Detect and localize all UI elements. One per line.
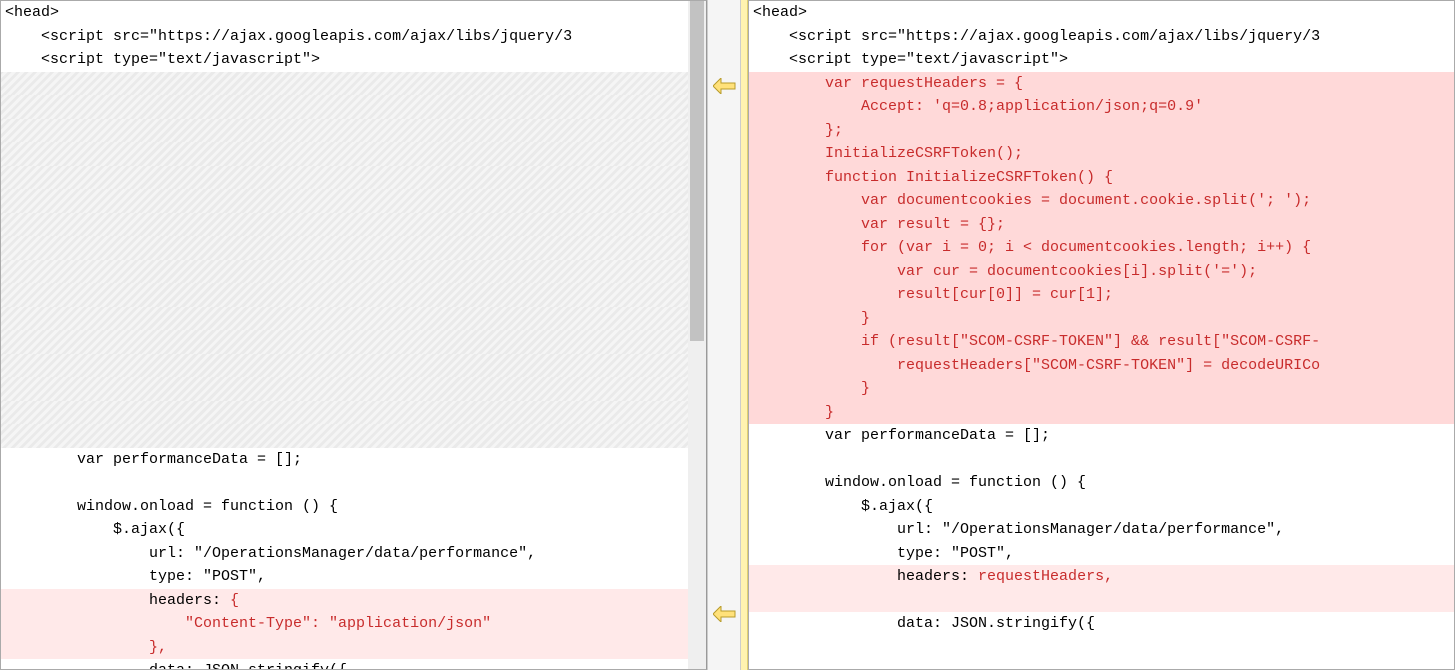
code-line[interactable]: window.onload = function () { xyxy=(1,495,706,519)
code-line[interactable] xyxy=(1,283,706,307)
merge-arrow-left-icon[interactable] xyxy=(710,76,740,96)
code-line[interactable]: result[cur[0]] = cur[1]; xyxy=(749,283,1454,307)
code-line[interactable] xyxy=(749,448,1454,472)
code-line[interactable] xyxy=(1,142,706,166)
left-code[interactable]: <head> <script src="https://ajax.googlea… xyxy=(1,1,706,670)
code-line[interactable] xyxy=(1,260,706,284)
code-line[interactable]: var requestHeaders = { xyxy=(749,72,1454,96)
code-line[interactable]: var performanceData = []; xyxy=(749,424,1454,448)
scroll-thumb[interactable] xyxy=(690,1,704,341)
code-line[interactable] xyxy=(1,95,706,119)
code-line[interactable] xyxy=(1,307,706,331)
code-line[interactable] xyxy=(1,189,706,213)
code-line[interactable] xyxy=(1,471,706,495)
code-line[interactable] xyxy=(1,236,706,260)
code-line[interactable]: function InitializeCSRFToken() { xyxy=(749,166,1454,190)
code-line[interactable]: for (var i = 0; i < documentcookies.leng… xyxy=(749,236,1454,260)
diff-gutter xyxy=(707,0,741,670)
code-line[interactable] xyxy=(1,330,706,354)
code-line[interactable] xyxy=(1,424,706,448)
code-line[interactable]: }, xyxy=(1,636,706,660)
code-line[interactable]: requestHeaders["SCOM-CSRF-TOKEN"] = deco… xyxy=(749,354,1454,378)
code-line[interactable]: window.onload = function () { xyxy=(749,471,1454,495)
code-line[interactable]: } xyxy=(749,401,1454,425)
code-line[interactable]: <head> xyxy=(1,1,706,25)
code-line[interactable]: }; xyxy=(749,119,1454,143)
code-line[interactable]: type: "POST", xyxy=(749,542,1454,566)
code-line[interactable]: if (result["SCOM-CSRF-TOKEN"] && result[… xyxy=(749,330,1454,354)
code-line[interactable] xyxy=(1,213,706,237)
code-line[interactable]: data: JSON.stringify({ xyxy=(1,659,706,670)
code-line[interactable]: headers: { xyxy=(1,589,706,613)
right-code[interactable]: <head> <script src="https://ajax.googlea… xyxy=(749,1,1454,636)
left-pane[interactable]: <head> <script src="https://ajax.googlea… xyxy=(0,0,707,670)
code-line[interactable]: <script type="text/javascript"> xyxy=(749,48,1454,72)
code-line[interactable]: "Content-Type": "application/json" xyxy=(1,612,706,636)
code-line[interactable]: $.ajax({ xyxy=(749,495,1454,519)
code-line[interactable]: data: JSON.stringify({ xyxy=(749,612,1454,636)
code-line[interactable]: } xyxy=(749,377,1454,401)
code-line[interactable]: <script src="https://ajax.googleapis.com… xyxy=(1,25,706,49)
code-line[interactable]: <script type="text/javascript"> xyxy=(1,48,706,72)
code-line[interactable]: } xyxy=(749,307,1454,331)
diff-viewer: <head> <script src="https://ajax.googlea… xyxy=(0,0,1455,670)
code-line[interactable] xyxy=(1,377,706,401)
code-line[interactable]: <head> xyxy=(749,1,1454,25)
yellow-change-strip xyxy=(741,0,748,670)
code-line[interactable]: url: "/OperationsManager/data/performanc… xyxy=(749,518,1454,542)
code-line[interactable]: var documentcookies = document.cookie.sp… xyxy=(749,189,1454,213)
code-line[interactable] xyxy=(1,166,706,190)
code-line[interactable]: $.ajax({ xyxy=(1,518,706,542)
code-line[interactable]: <script src="https://ajax.googleapis.com… xyxy=(749,25,1454,49)
merge-arrow-left-icon[interactable] xyxy=(710,604,740,624)
code-line[interactable] xyxy=(749,589,1454,613)
code-line[interactable]: Accept: 'q=0.8;application/json;q=0.9' xyxy=(749,95,1454,119)
code-line[interactable]: type: "POST", xyxy=(1,565,706,589)
code-line[interactable] xyxy=(1,401,706,425)
left-scrollbar[interactable] xyxy=(688,1,706,669)
code-line[interactable]: var performanceData = []; xyxy=(1,448,706,472)
code-line[interactable] xyxy=(1,119,706,143)
right-pane[interactable]: <head> <script src="https://ajax.googlea… xyxy=(748,0,1455,670)
code-line[interactable] xyxy=(1,72,706,96)
code-line[interactable]: InitializeCSRFToken(); xyxy=(749,142,1454,166)
code-line[interactable] xyxy=(1,354,706,378)
code-line[interactable]: var cur = documentcookies[i].split('='); xyxy=(749,260,1454,284)
code-line[interactable]: var result = {}; xyxy=(749,213,1454,237)
code-line[interactable]: headers: requestHeaders, xyxy=(749,565,1454,589)
code-line[interactable]: url: "/OperationsManager/data/performanc… xyxy=(1,542,706,566)
scroll-track[interactable] xyxy=(688,1,706,669)
